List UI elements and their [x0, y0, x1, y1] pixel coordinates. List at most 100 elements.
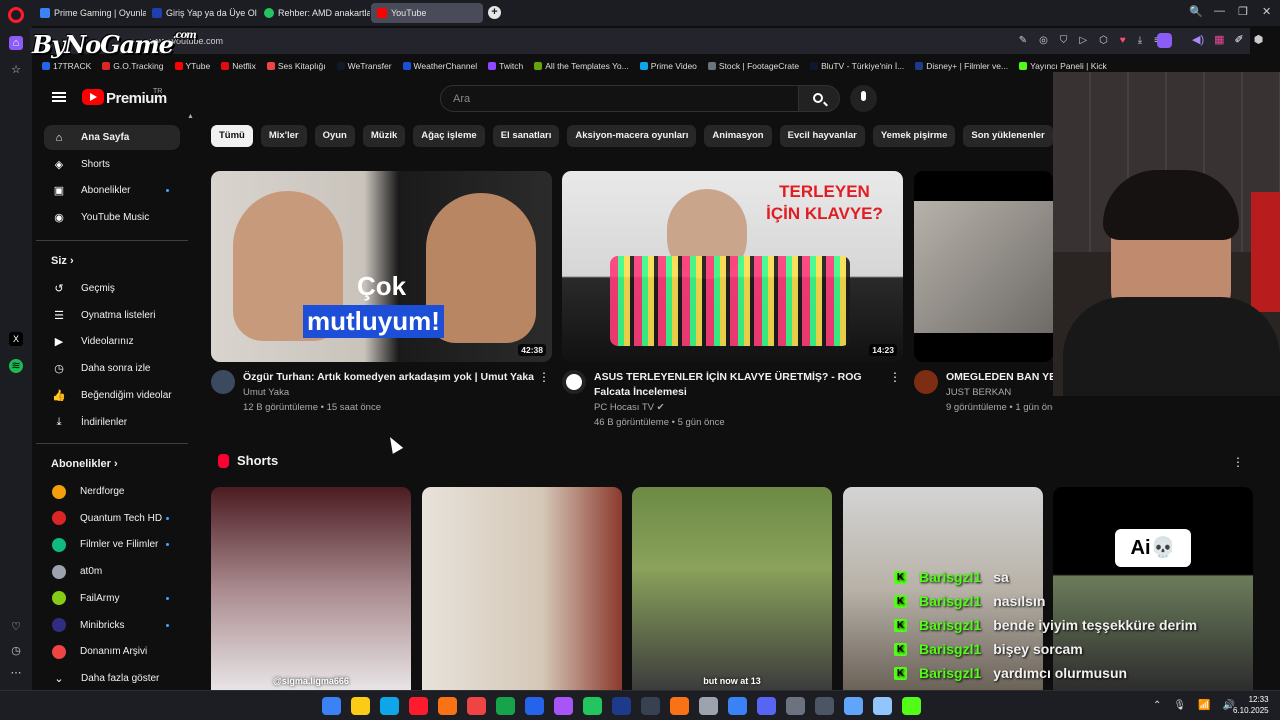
discord-icon[interactable]: [757, 697, 776, 715]
show-more-button[interactable]: ⌄ Daha fazla göster: [44, 666, 180, 690]
sidebar-item-playlists[interactable]: ☰ Oynatma listeleri: [44, 303, 180, 328]
shorts-menu-icon[interactable]: ⋮: [1232, 455, 1244, 469]
star-icon[interactable]: ☆: [9, 63, 23, 77]
play-icon[interactable]: ▷: [1079, 35, 1087, 46]
figma-icon[interactable]: [554, 697, 573, 715]
bookmark-item[interactable]: Stock | FootageCrate: [707, 61, 799, 71]
box-icon[interactable]: ⬡: [1099, 35, 1108, 46]
edge-icon[interactable]: [380, 697, 399, 715]
bookmark-item[interactable]: Disney+ | Filmler ve...: [915, 61, 1008, 71]
sidebar-subscription[interactable]: Minibricks: [44, 613, 180, 638]
voice-search-button[interactable]: [850, 85, 877, 112]
extension-icon[interactable]: ▦: [1214, 33, 1224, 46]
filter-chip[interactable]: Mix'ler: [260, 125, 307, 147]
spotify-icon[interactable]: ≋: [9, 359, 23, 373]
sidebar-item-subscriptions[interactable]: ▣ Abonelikler: [44, 178, 180, 203]
shield-icon[interactable]: ⛉: [1060, 35, 1068, 46]
microphone-tray-icon[interactable]: 🎙: [1173, 700, 1186, 711]
filter-chip[interactable]: Aksiyon-macera oyunları: [567, 125, 697, 147]
tab-search-icon[interactable]: 🔍: [1189, 5, 1203, 18]
video-card[interactable]: Çok mutluyum! 42:38 Özgür Turhan: Artık …: [211, 171, 552, 413]
epic-games-icon[interactable]: [641, 697, 660, 715]
video-title[interactable]: OMEGLEDEN BAN YED: [946, 370, 1053, 385]
filter-chip[interactable]: Ağaç işleme: [413, 125, 485, 147]
file-explorer-icon[interactable]: [351, 697, 370, 715]
filter-chip[interactable]: Tümü: [211, 125, 253, 147]
video-title[interactable]: ASUS TERLEYENLER İÇİN KLAVYE ÜRETMİŞ? - …: [594, 370, 903, 400]
camera-icon[interactable]: ◎: [1039, 35, 1048, 46]
sidebar-item-downloads[interactable]: ⤓ İndirilenler: [44, 410, 180, 435]
picker-icon[interactable]: ✐: [1235, 33, 1244, 46]
channel-name[interactable]: PC Hocası TV ✔: [594, 402, 903, 413]
tab-rehber-amd[interactable]: Rehber: AMD anakartlarda: [258, 3, 370, 23]
kick-app-icon[interactable]: [902, 697, 921, 715]
sidebar-subscription[interactable]: FailArmy: [44, 586, 180, 611]
sidebar-subscription[interactable]: Quantum Tech HD: [44, 506, 180, 531]
bookmark-item[interactable]: G.O.Tracking: [102, 61, 164, 71]
bookmark-item[interactable]: All the Templates Yo...: [534, 61, 629, 71]
short-card[interactable]: @sigma.ligma666: [211, 487, 411, 690]
sidebar-subscription[interactable]: at0m: [44, 559, 180, 584]
new-tab-button[interactable]: +: [488, 6, 501, 19]
ubisoft-icon[interactable]: [699, 697, 718, 715]
channel-avatar[interactable]: [562, 370, 586, 394]
sidebar-item-your-videos[interactable]: ▶ Videolarınız: [44, 329, 180, 354]
opera-logo-icon[interactable]: [8, 7, 24, 23]
app-icon[interactable]: [815, 697, 834, 715]
heart-icon[interactable]: ♡: [9, 620, 23, 634]
video-card[interactable]: OMEGLEDEN BAN YED JUST BERKAN 9 görüntül…: [914, 171, 1053, 413]
heart-icon[interactable]: ♥: [1120, 35, 1126, 46]
sidebar-item-home[interactable]: ⌂ Ana Sayfa: [44, 125, 180, 150]
channel-name[interactable]: JUST BERKAN: [946, 387, 1053, 398]
more-options-icon[interactable]: ⋮: [538, 370, 550, 384]
bookmark-item[interactable]: YTube: [174, 61, 210, 71]
video-title[interactable]: Özgür Turhan: Artık komedyen arkadaşım y…: [243, 370, 552, 385]
filter-chip[interactable]: Oyun: [314, 125, 355, 147]
hamburger-menu-icon[interactable]: [52, 92, 66, 102]
minimize-button[interactable]: —: [1214, 5, 1225, 17]
opera-icon[interactable]: [409, 697, 428, 715]
search-button[interactable]: [798, 85, 840, 112]
bookmark-item[interactable]: Yayıncı Paneli | Kick: [1019, 61, 1107, 71]
grid-app-icon[interactable]: [844, 697, 863, 715]
channel-avatar[interactable]: [211, 370, 235, 394]
maximize-button[interactable]: ❐: [1238, 5, 1248, 18]
sidebar-item-watch-later[interactable]: ◷ Daha sonra izle: [44, 356, 180, 381]
section-title-you[interactable]: Siz ›: [51, 255, 74, 267]
battlenet-icon[interactable]: [728, 697, 747, 715]
bookmark-item[interactable]: WeTransfer: [336, 61, 392, 71]
video-thumbnail[interactable]: TERLEYEN İÇİN KLAVYE? 14:23: [562, 171, 903, 362]
video-thumbnail[interactable]: [914, 171, 1053, 362]
sidebar-subscription[interactable]: Filmler ve Filimler: [44, 532, 180, 557]
more-icon[interactable]: ⋯: [9, 666, 23, 680]
filter-chip[interactable]: Müzik: [362, 125, 406, 147]
wifi-icon[interactable]: 📶: [1198, 700, 1210, 711]
video-thumbnail[interactable]: Çok mutluyum! 42:38: [211, 171, 552, 362]
yandex-icon[interactable]: [467, 697, 486, 715]
tab-youtube[interactable]: YouTube: [371, 3, 483, 23]
puzzle-icon[interactable]: ⬢: [1254, 33, 1264, 46]
clock-icon[interactable]: ◷: [9, 644, 23, 658]
section-title-subscriptions[interactable]: Abonelikler ›: [51, 458, 118, 470]
filter-chip[interactable]: Animasyon: [704, 125, 772, 147]
filter-chip[interactable]: Son yüklenenler: [963, 125, 1053, 147]
bookmark-item[interactable]: BluTV - Türkiye'nin İ...: [810, 61, 904, 71]
close-window-button[interactable]: ✕: [1262, 5, 1271, 18]
profile-icon[interactable]: [1157, 33, 1172, 48]
audio-icon[interactable]: ◀): [1192, 33, 1204, 46]
video-card[interactable]: TERLEYEN İÇİN KLAVYE? 14:23 ASUS TERLEYEN…: [562, 171, 903, 428]
sidebar-item-youtube-music[interactable]: ◉ YouTube Music: [44, 205, 180, 230]
sidebar-item-shorts[interactable]: ◈ Shorts: [44, 152, 180, 177]
bookmark-item[interactable]: Netflix: [221, 61, 256, 71]
filter-chip[interactable]: Yemek pişirme: [872, 125, 956, 147]
channel-name[interactable]: Umut Yaka: [243, 387, 552, 398]
ea-icon[interactable]: [670, 697, 689, 715]
windows-start-icon[interactable]: [322, 697, 341, 715]
sidebar-item-liked-videos[interactable]: 👍 Beğendiğim videolar: [44, 383, 180, 408]
search-input[interactable]: Ara: [440, 85, 799, 112]
more-options-icon[interactable]: ⋮: [889, 370, 901, 384]
x-twitter-icon[interactable]: X: [9, 332, 23, 346]
filter-chip[interactable]: El sanatları: [492, 125, 560, 147]
sidebar-subscription[interactable]: Donanım Arşivi: [44, 639, 180, 664]
obs-icon[interactable]: [786, 697, 805, 715]
